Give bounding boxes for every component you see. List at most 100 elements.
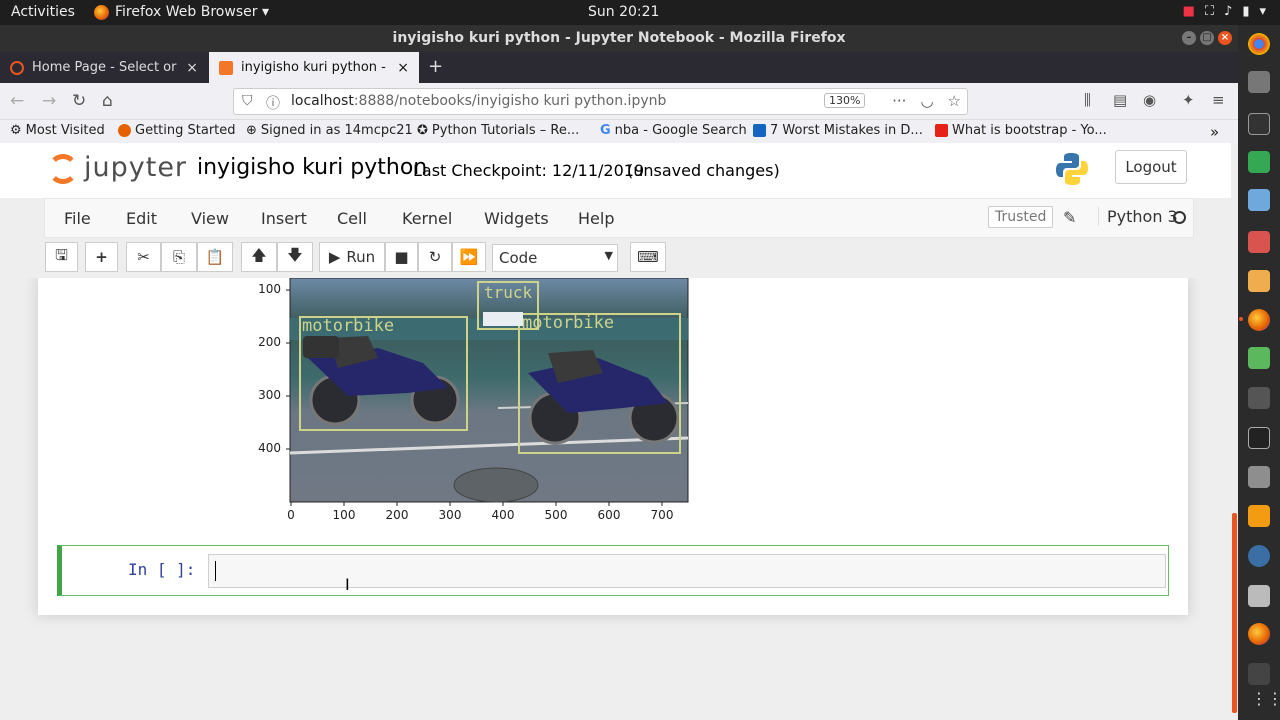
- bookmark-getting-started[interactable]: Getting Started: [118, 123, 236, 138]
- terminal-icon[interactable]: [1248, 113, 1270, 135]
- run-button[interactable]: ▶ Run: [319, 242, 385, 272]
- menu-view[interactable]: View: [191, 209, 229, 228]
- activities-button[interactable]: Activities: [11, 4, 75, 20]
- label-truck: truck: [484, 283, 533, 302]
- clock[interactable]: Sun 20:21: [588, 4, 659, 20]
- back-icon[interactable]: ←: [10, 91, 24, 111]
- cell-type-select[interactable]: Code ▼: [492, 244, 618, 272]
- more-bookmarks-icon[interactable]: »: [1210, 123, 1219, 141]
- url-text[interactable]: localhost:8888/notebooks/inyigisho kuri …: [291, 93, 666, 109]
- jupyter-logo[interactable]: jupyter: [48, 150, 186, 190]
- menu-cell[interactable]: Cell: [337, 209, 367, 228]
- move-down-icon[interactable]: 🡇: [277, 242, 313, 272]
- trusted-indicator[interactable]: Trusted: [988, 206, 1054, 228]
- bookmark-star-icon[interactable]: ☆: [948, 92, 961, 110]
- sublime-text-icon[interactable]: [1248, 270, 1270, 292]
- minimize-button[interactable]: –: [1182, 31, 1196, 45]
- insert-cell-icon[interactable]: +: [85, 242, 118, 272]
- logout-button[interactable]: Logout: [1115, 150, 1187, 184]
- zoom-level[interactable]: 130%: [824, 93, 866, 108]
- forward-icon[interactable]: →: [42, 91, 56, 111]
- code-editor[interactable]: [208, 554, 1166, 588]
- menu-help[interactable]: Help: [578, 209, 614, 228]
- autosave-status: (unsaved changes): [627, 161, 780, 180]
- x-tick-label: 400: [491, 508, 515, 522]
- power-menu-icon: ▾: [1259, 4, 1266, 19]
- x-app-icon[interactable]: [1248, 427, 1270, 449]
- green-app-icon[interactable]: [1248, 151, 1270, 173]
- code-cell[interactable]: In [ ]:: [57, 545, 1169, 596]
- url-bar[interactable]: ⛉ ⓘ localhost:8888/notebooks/inyigisho k…: [233, 88, 968, 115]
- extensions-icon[interactable]: ✦: [1182, 91, 1195, 109]
- jupyter-header: jupyter inyigisho kuri python Last Check…: [0, 143, 1238, 198]
- keyboard-shortcuts-icon[interactable]: ⌨: [630, 242, 666, 272]
- notebook-name[interactable]: inyigisho kuri python: [197, 155, 427, 180]
- interrupt-icon[interactable]: ■: [385, 242, 418, 272]
- show-applications-icon[interactable]: ⋮⋮⋮: [1251, 689, 1280, 708]
- app-menu[interactable]: Firefox Web Browser ▾: [94, 4, 269, 20]
- firefox-icon[interactable]: [1239, 309, 1270, 331]
- restart-run-all-icon[interactable]: ⏩: [452, 242, 486, 272]
- microphone-icon[interactable]: [1248, 545, 1270, 567]
- files-icon[interactable]: [1248, 71, 1270, 93]
- account-icon[interactable]: ◉: [1143, 91, 1156, 109]
- camera-icon[interactable]: [1248, 466, 1270, 488]
- tab-home-page[interactable]: Home Page - Select or cr ×: [0, 52, 208, 83]
- system-tray[interactable]: ■ ⛶ ♪ ▮ ▾: [1183, 4, 1266, 19]
- bookmark-most-visited[interactable]: ⚙ Most Visited: [10, 123, 105, 138]
- youtube-icon: [935, 124, 948, 137]
- scrollbar-thumb[interactable]: [1232, 513, 1237, 713]
- y-tick-label: 200: [258, 335, 281, 349]
- window-icon[interactable]: [1248, 663, 1270, 685]
- save-icon[interactable]: 🖫: [45, 242, 78, 272]
- page-scrollbar[interactable]: [1231, 143, 1238, 720]
- cut-icon[interactable]: ✂: [126, 242, 161, 272]
- screenshot-icon[interactable]: [1248, 387, 1270, 409]
- reload-icon[interactable]: ↻: [72, 91, 86, 111]
- menu-kernel[interactable]: Kernel: [402, 209, 452, 228]
- close-window-button[interactable]: ×: [1218, 31, 1232, 45]
- bookmark-signed-in[interactable]: ⊕ Signed in as 14mcpc21: [246, 123, 413, 138]
- sidebar-icon[interactable]: ▤: [1113, 91, 1127, 109]
- move-up-icon[interactable]: 🡅: [241, 242, 277, 272]
- shield-icon[interactable]: ⛉: [242, 93, 253, 109]
- firefox-alt-icon[interactable]: [1248, 623, 1270, 645]
- menu-widgets[interactable]: Widgets: [484, 209, 549, 228]
- home-icon[interactable]: ⌂: [102, 91, 113, 111]
- pocket-icon[interactable]: ◡: [920, 92, 933, 110]
- paste-icon[interactable]: 📋: [197, 242, 233, 272]
- archive-icon[interactable]: [1248, 231, 1270, 253]
- bookmark-bootstrap[interactable]: What is bootstrap - Yo...: [935, 123, 1107, 138]
- kernel-idle-indicator-icon: [1173, 211, 1186, 224]
- close-tab-icon[interactable]: ×: [186, 60, 198, 76]
- x-tick-label: 0: [287, 508, 295, 522]
- menu-file[interactable]: File: [64, 209, 91, 228]
- restart-icon[interactable]: ↻: [418, 242, 452, 272]
- bookmark-label: nba - Google Search: [614, 123, 747, 138]
- site-icon: [753, 124, 766, 137]
- bookmark-python-tutorials[interactable]: ✪ Python Tutorials – Re...: [417, 123, 579, 138]
- spreadsheet-icon[interactable]: [1248, 347, 1270, 369]
- virtualbox-icon[interactable]: [1248, 189, 1270, 211]
- page-actions-icon[interactable]: ···: [892, 92, 906, 110]
- bookmark-label: 7 Worst Mistakes in D...: [770, 123, 923, 138]
- bookmark-label: What is bootstrap - Yo...: [952, 123, 1107, 138]
- vlc-icon[interactable]: [1248, 505, 1270, 527]
- copy-icon[interactable]: ⎘: [161, 242, 197, 272]
- bookmark-worst-mistakes[interactable]: 7 Worst Mistakes in D...: [753, 123, 923, 138]
- maximize-button[interactable]: □: [1200, 31, 1214, 45]
- document-icon[interactable]: [1248, 585, 1270, 607]
- new-tab-icon[interactable]: +: [428, 56, 443, 77]
- menu-insert[interactable]: Insert: [261, 209, 307, 228]
- tab-notebook[interactable]: inyigisho kuri python - Ju ×: [209, 52, 419, 83]
- menu-edit[interactable]: Edit: [126, 209, 157, 228]
- bookmark-nba-search[interactable]: Gnba - Google Search: [600, 123, 747, 138]
- x-tick-label: 600: [597, 508, 621, 522]
- close-tab-icon[interactable]: ×: [397, 60, 409, 76]
- library-icon[interactable]: ⫼: [1084, 91, 1091, 109]
- hamburger-menu-icon[interactable]: ≡: [1212, 91, 1225, 109]
- chrome-icon[interactable]: [1248, 33, 1270, 55]
- info-icon[interactable]: ⓘ: [266, 93, 280, 113]
- battery-icon: ▮: [1242, 4, 1250, 19]
- mouse-ibeam-cursor-icon: I: [345, 575, 350, 594]
